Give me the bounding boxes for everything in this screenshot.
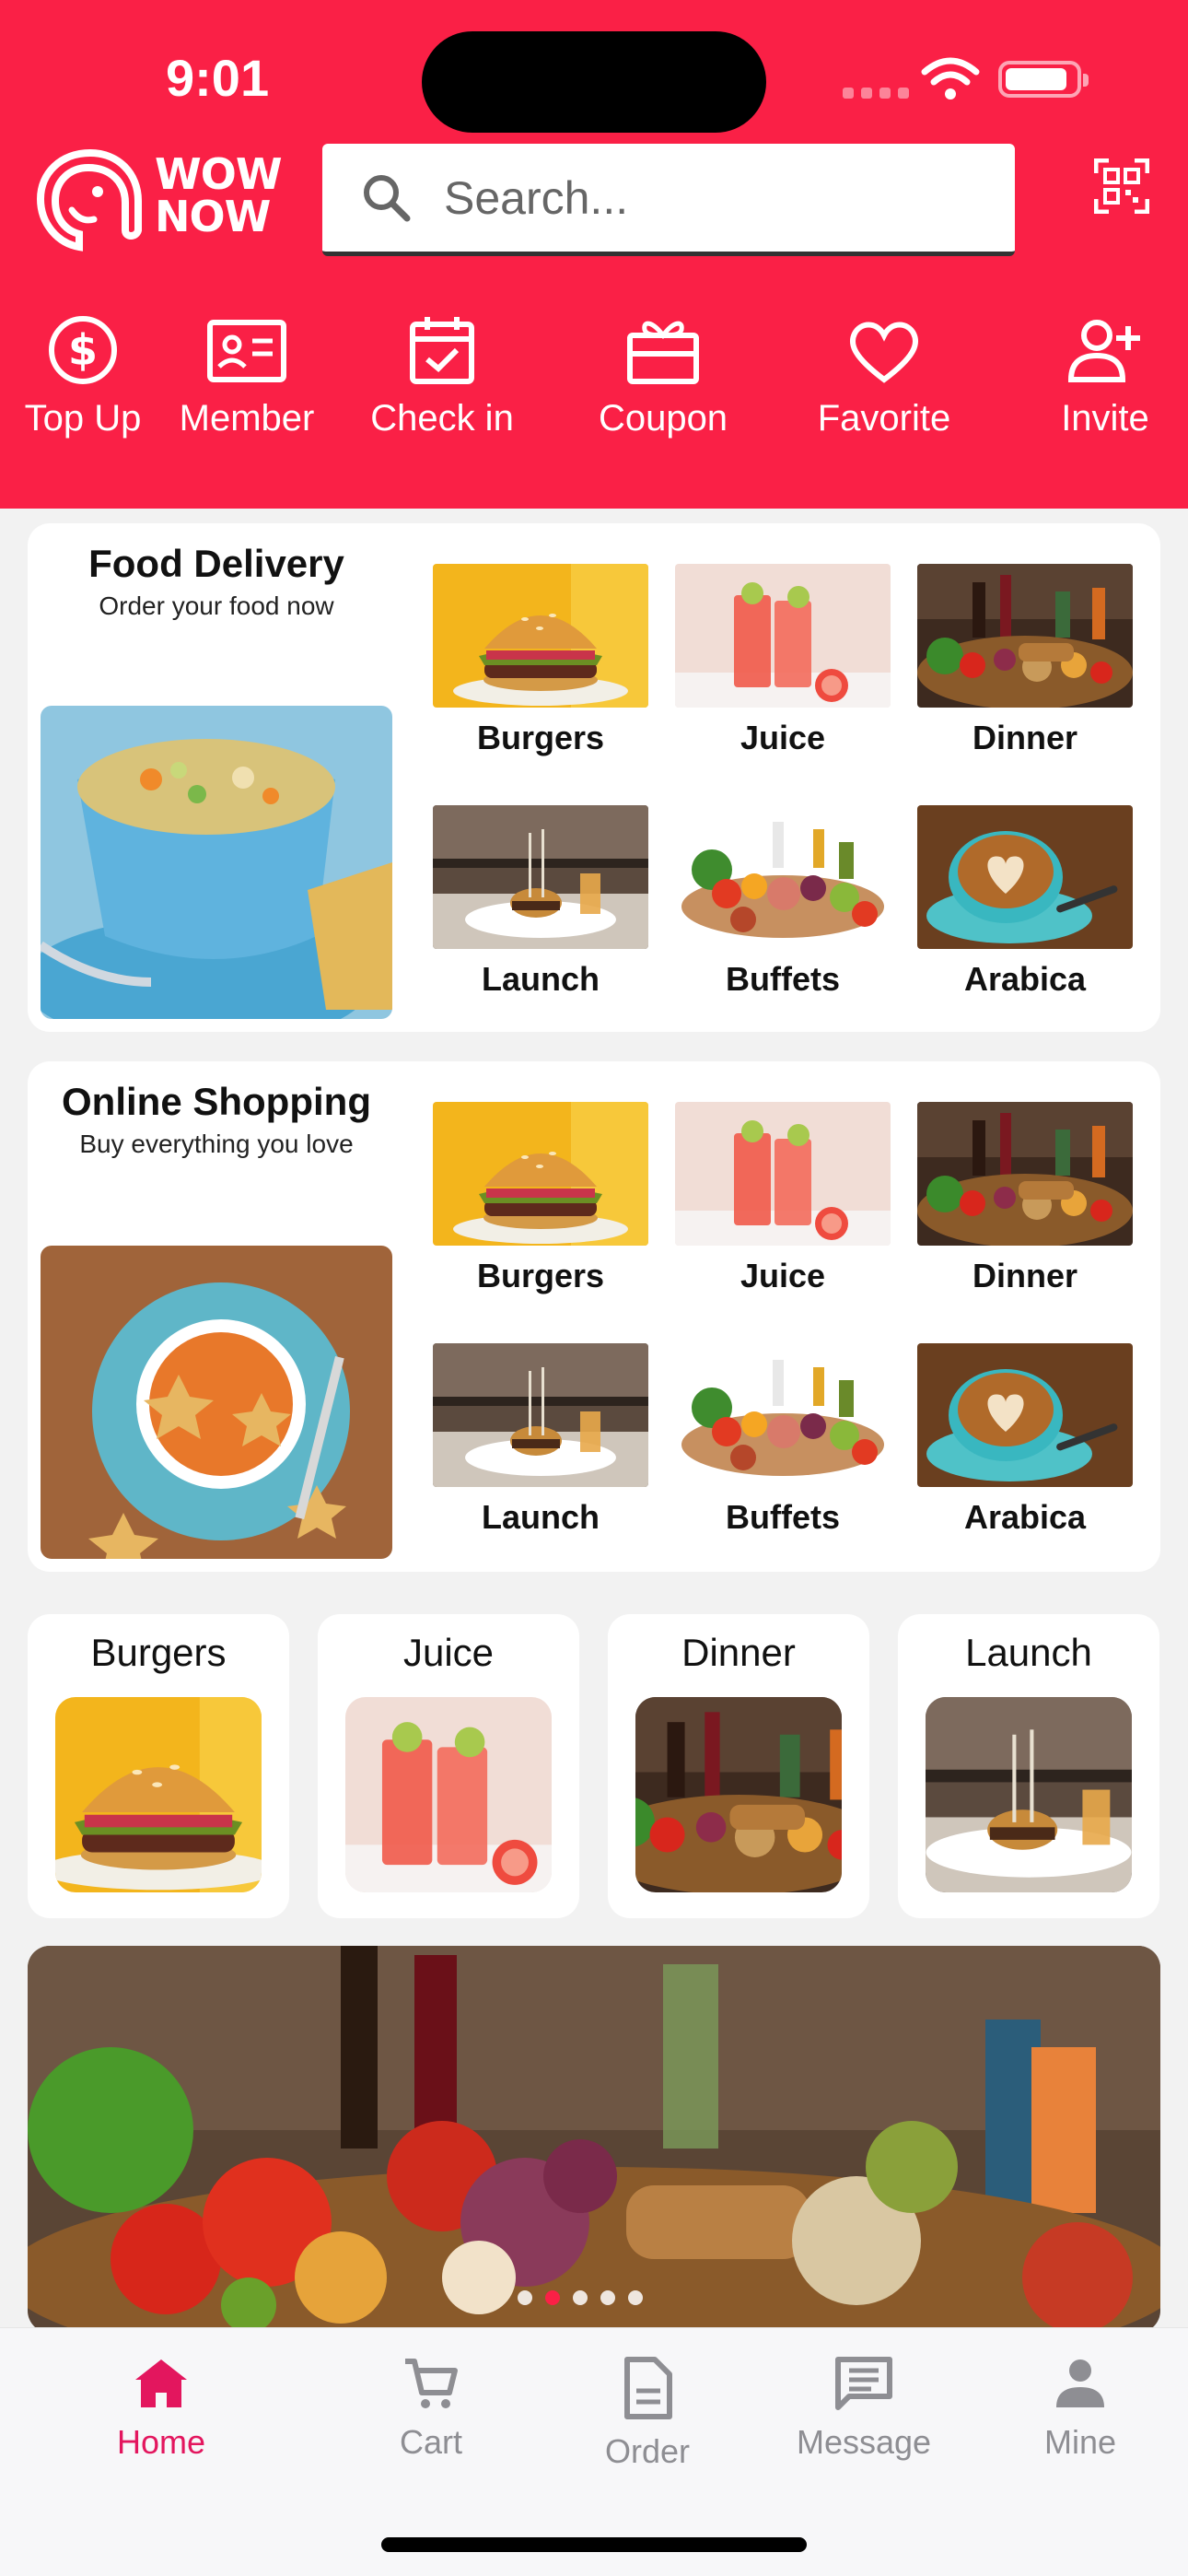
tile-label: Dinner (972, 719, 1077, 756)
person-icon (1056, 2359, 1104, 2407)
section-subtitle: Order your food now (99, 591, 334, 620)
document-icon (624, 2357, 672, 2419)
cart-icon (405, 2359, 458, 2408)
section-title: Online Shopping (62, 1080, 371, 1123)
quick-action-top-up[interactable]: $ Top Up (18, 313, 147, 439)
mini-card-launch[interactable]: Launch (898, 1614, 1159, 1918)
tile-label: Launch (481, 960, 600, 998)
category-tile-juice[interactable]: Juice (675, 564, 891, 757)
carousel-dot[interactable] (628, 2290, 643, 2305)
cellular-signal-icon (843, 88, 909, 99)
battery-icon (998, 61, 1089, 98)
tile-label: Buffets (726, 960, 840, 998)
tab-message[interactable]: Message (772, 2356, 956, 2462)
carousel-dot[interactable] (518, 2290, 532, 2305)
quick-action-coupon[interactable]: Coupon (580, 313, 746, 439)
tile-label: Burgers (476, 1257, 605, 1294)
tile-label: Juice (740, 1257, 826, 1294)
gift-icon (627, 321, 699, 384)
carousel-dot[interactable] (573, 2290, 588, 2305)
category-tile-arabica[interactable]: Arabica (917, 1343, 1133, 1537)
quick-action-check-in[interactable]: Check in (359, 313, 525, 439)
dollar-circle-icon: $ (49, 316, 117, 384)
mini-card-label: Juice (402, 1631, 495, 1674)
quick-action-favorite[interactable]: Favorite (801, 313, 967, 439)
category-tile-dinner[interactable]: Dinner (917, 564, 1133, 757)
quick-actions: $ Top Up Member Check in Coupon Favorite… (0, 313, 1188, 451)
category-tile-buffets[interactable]: Buffets (675, 805, 891, 999)
message-icon (835, 2357, 892, 2410)
search-bar[interactable] (322, 144, 1015, 256)
calendar-check-icon (410, 317, 474, 384)
mini-card-juice[interactable]: Juice (318, 1614, 579, 1918)
tile-label: Burgers (476, 719, 605, 756)
wifi-icon (921, 57, 980, 100)
tile-label: Dinner (972, 1257, 1077, 1294)
mini-card-dinner[interactable]: Dinner (608, 1614, 869, 1918)
member-card-icon (207, 320, 286, 382)
home-icon (135, 2359, 187, 2407)
category-tile-burgers[interactable]: Burgers (433, 1102, 648, 1295)
search-input[interactable] (444, 170, 960, 225)
carousel-dot-active[interactable] (545, 2290, 560, 2305)
home-indicator[interactable] (381, 2537, 807, 2552)
tab-order[interactable]: Order (555, 2356, 740, 2471)
promo-banner[interactable] (28, 1946, 1160, 2333)
tab-mine[interactable]: Mine (988, 2356, 1172, 2462)
category-tile-arabica[interactable]: Arabica (917, 805, 1133, 999)
heart-icon (849, 322, 919, 383)
category-tile-launch[interactable]: Launch (433, 805, 648, 999)
tile-label: Buffets (726, 1498, 840, 1536)
tile-label: Juice (740, 719, 826, 756)
tab-cart[interactable]: Cart (339, 2356, 523, 2462)
section-subtitle: Buy everything you love (79, 1130, 354, 1158)
mini-card-label: Burgers (90, 1631, 227, 1674)
category-tile-launch[interactable]: Launch (433, 1343, 648, 1537)
tile-label: Arabica (963, 1498, 1087, 1536)
wownow-logo[interactable]: WOW NOW (35, 146, 283, 254)
category-tile-burgers[interactable]: Burgers (433, 564, 648, 757)
mini-card-label: Dinner (681, 1631, 796, 1674)
svg-text:$: $ (68, 325, 98, 375)
logo-text: WOW NOW (155, 149, 283, 241)
quick-action-member[interactable]: Member (173, 313, 320, 439)
category-tile-dinner[interactable]: Dinner (917, 1102, 1133, 1295)
tile-label: Arabica (963, 960, 1087, 998)
add-person-icon (1067, 320, 1140, 382)
food-delivery-card[interactable]: Food Delivery Order your food now Burger… (28, 523, 1160, 1032)
online-shopping-card[interactable]: Online Shopping Buy everything you love … (28, 1061, 1160, 1572)
mini-card-label: Launch (965, 1631, 1092, 1674)
carousel-dot[interactable] (600, 2290, 615, 2305)
app-header: 9:01 WOW NOW Search... $ Top Up Member C… (0, 0, 1188, 509)
category-tile-buffets[interactable]: Buffets (675, 1343, 891, 1537)
tile-label: Launch (481, 1498, 600, 1536)
section-title: Food Delivery (88, 542, 344, 585)
elephant-logo-icon (36, 148, 142, 252)
quick-action-invite[interactable]: Invite (1031, 313, 1179, 439)
search-icon (364, 174, 411, 221)
online-shopping-hero-image[interactable] (41, 1246, 392, 1559)
category-tile-juice[interactable]: Juice (675, 1102, 891, 1295)
food-delivery-hero-image[interactable] (41, 706, 392, 1019)
tab-home[interactable]: Home (69, 2356, 253, 2462)
mini-card-burgers[interactable]: Burgers (28, 1614, 289, 1918)
dynamic-island (422, 31, 766, 133)
carousel-indicator (518, 2290, 643, 2305)
status-time: 9:01 (166, 49, 270, 107)
qr-scan-icon[interactable] (1094, 158, 1149, 214)
